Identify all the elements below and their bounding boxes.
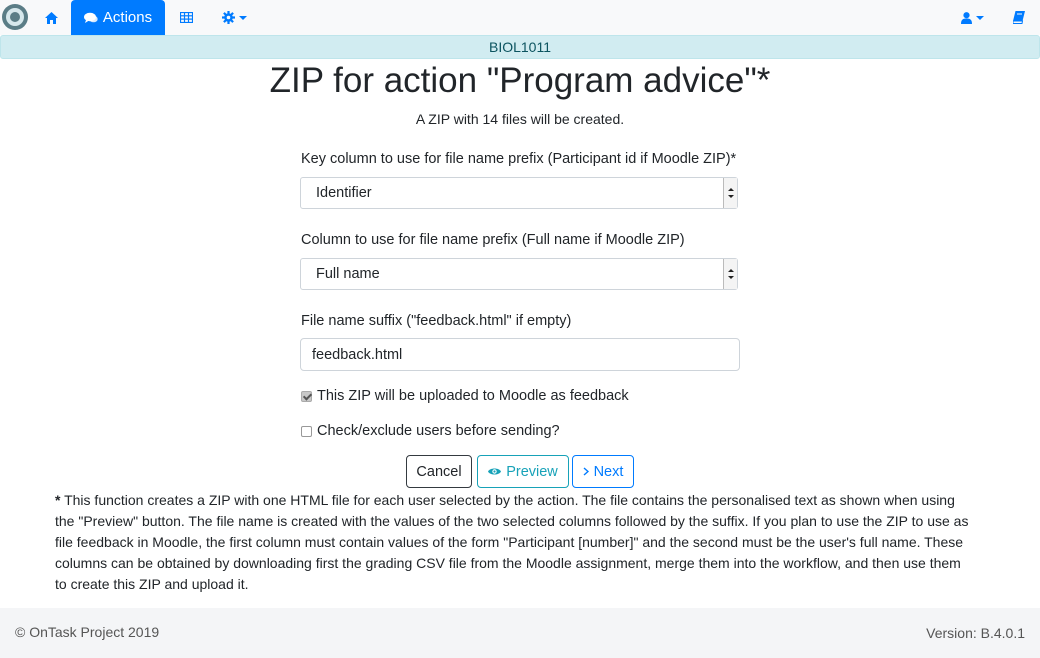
actions-nav-link[interactable]: Actions (71, 0, 165, 35)
gear-icon (221, 11, 235, 24)
key-column-select[interactable]: Identifier (300, 177, 738, 209)
preview-button-label: Preview (506, 463, 558, 480)
next-button-label: Next (593, 463, 624, 480)
comments-icon (83, 12, 98, 23)
exclude-checkbox-row[interactable]: Check/exclude users before sending? (301, 422, 560, 440)
footnote-text: This function creates a ZIP with one HTM… (55, 492, 969, 592)
actions-nav-label: Actions (102, 9, 153, 26)
moodle-checkbox-label: This ZIP will be uploaded to Moodle as f… (317, 388, 629, 404)
footnote: * This function creates a ZIP with one H… (55, 490, 975, 595)
select-arrows-icon (723, 178, 737, 208)
top-navbar: Actions (0, 0, 1040, 35)
select-arrows-icon (723, 259, 737, 289)
user-icon (960, 11, 972, 24)
page-footer: © OnTask Project 2019 Version: B.4.0.1 (0, 608, 1040, 658)
course-banner[interactable]: BIOL1011 (0, 35, 1040, 59)
user-dropdown[interactable] (952, 0, 992, 35)
table-nav-link[interactable] (174, 0, 198, 35)
copyright-text: © OnTask Project 2019 (15, 624, 160, 640)
name-column-select[interactable]: Full name (300, 258, 738, 290)
cancel-button[interactable]: Cancel (406, 455, 472, 488)
name-column-label: Column to use for file name prefix (Full… (301, 232, 685, 248)
exclude-checkbox[interactable] (301, 425, 312, 437)
ontask-logo[interactable] (2, 4, 28, 30)
book-icon (1013, 11, 1025, 24)
eye-icon (488, 468, 502, 475)
exclude-checkbox-label: Check/exclude users before sending? (317, 423, 560, 439)
suffix-input[interactable] (300, 338, 740, 371)
suffix-label: File name suffix ("feedback.html" if emp… (301, 313, 572, 329)
chevron-down-icon (238, 15, 247, 20)
page-title: ZIP for action "Program advice"* (269, 61, 771, 100)
preview-button[interactable]: Preview (477, 455, 569, 488)
moodle-checkbox[interactable] (301, 390, 312, 402)
page-subtitle: A ZIP with 14 files will be created. (415, 111, 625, 127)
name-column-selected: Full name (316, 266, 380, 282)
table-icon (179, 12, 193, 23)
chevron-right-icon (583, 467, 589, 476)
moodle-checkbox-row[interactable]: This ZIP will be uploaded to Moodle as f… (301, 387, 629, 405)
chevron-down-icon (975, 15, 984, 20)
key-column-label: Key column to use for file name prefix (… (301, 151, 737, 167)
version-text: Version: B.4.0.1 (926, 625, 1025, 641)
next-button[interactable]: Next (572, 455, 634, 488)
home-icon (44, 11, 58, 24)
footnote-marker: * (55, 492, 61, 508)
home-nav-link[interactable] (38, 0, 64, 35)
cancel-button-label: Cancel (416, 463, 462, 480)
settings-dropdown[interactable] (214, 0, 254, 35)
documentation-link[interactable] (1008, 0, 1030, 35)
key-column-selected: Identifier (316, 185, 372, 201)
